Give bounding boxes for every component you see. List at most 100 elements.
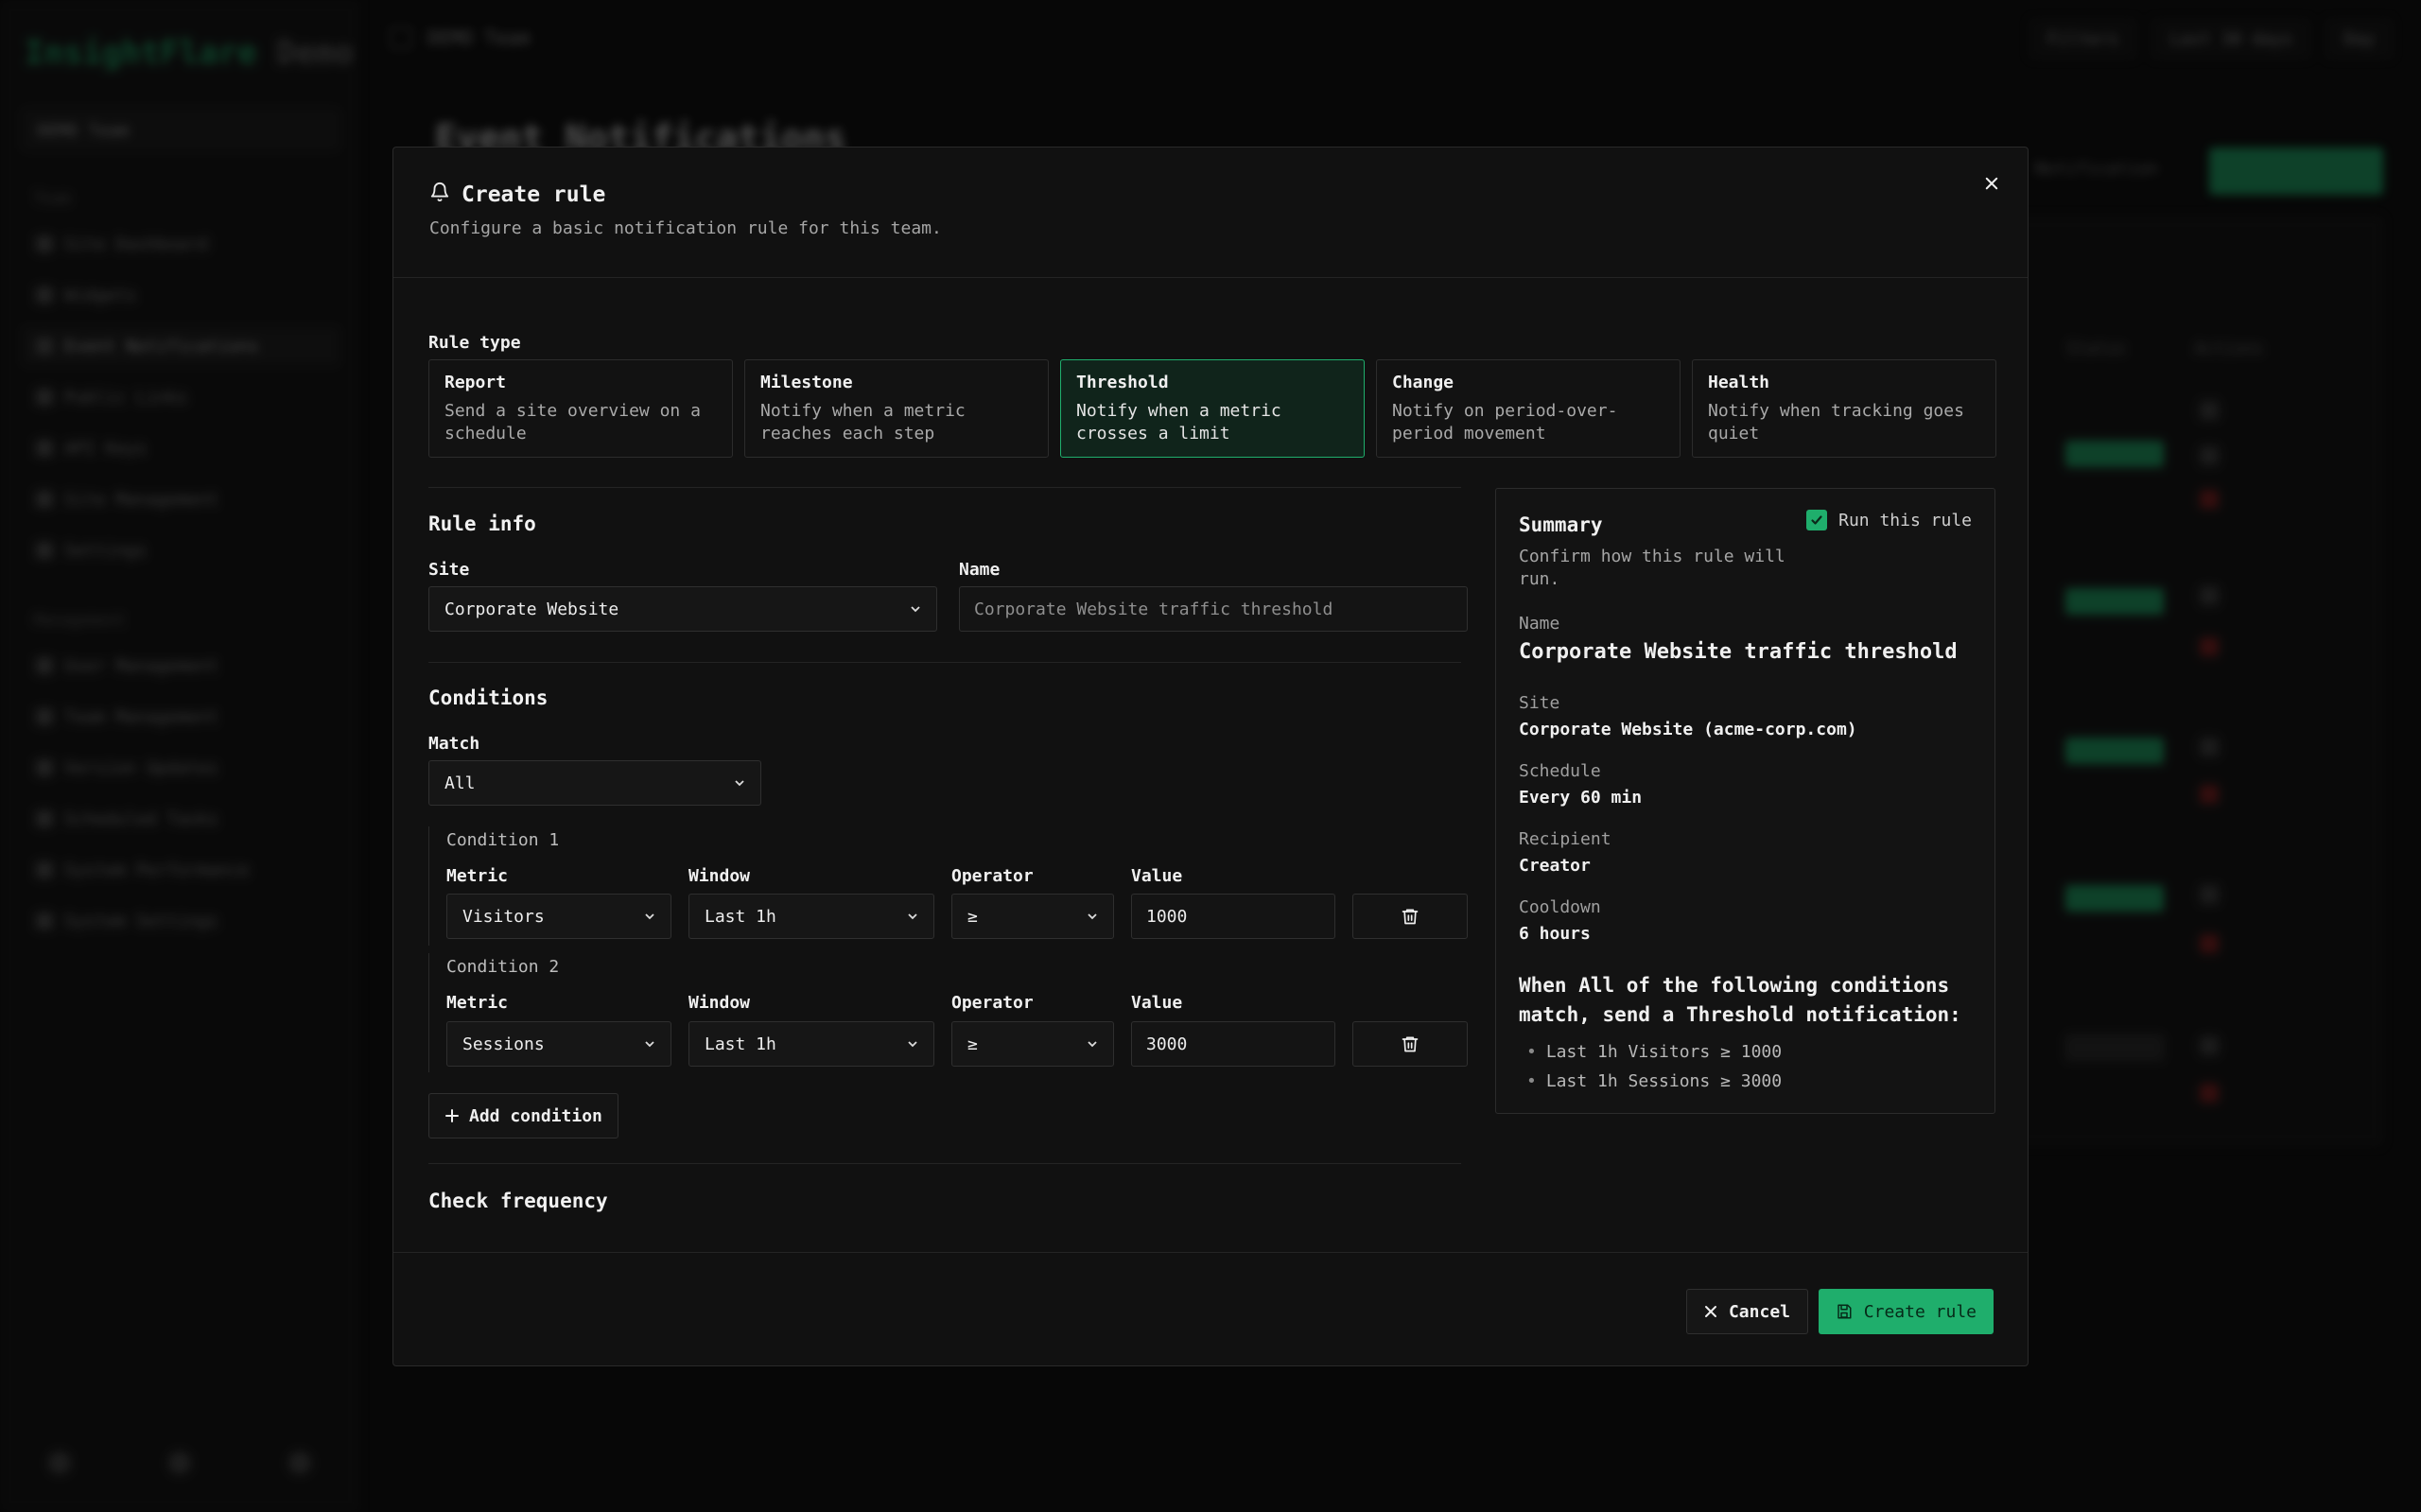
rule-type-name: Milestone bbox=[760, 373, 853, 392]
rule-type-report[interactable]: Report Send a site overview on a schedule bbox=[428, 359, 733, 458]
summary-cooldown-value: 6 hours bbox=[1519, 924, 1591, 944]
summary-site-value: Corporate Website (acme-corp.com) bbox=[1519, 720, 1857, 739]
run-rule-checkbox[interactable]: Run this rule bbox=[1806, 510, 1972, 530]
window-select-value: Last 1h bbox=[705, 1034, 776, 1054]
cancel-button[interactable]: Cancel bbox=[1685, 1289, 1808, 1334]
add-condition-button[interactable]: Add condition bbox=[428, 1093, 618, 1138]
summary-schedule-value: Every 60 min bbox=[1519, 788, 1643, 808]
chevron-down-icon bbox=[1088, 913, 1097, 920]
divider bbox=[428, 487, 1461, 488]
operator-select-value: ≥ bbox=[967, 906, 978, 927]
summary-subtitle: Confirm how this rule will run. bbox=[1519, 547, 1785, 589]
conditions-heading: Conditions bbox=[428, 686, 549, 709]
value-label: Value bbox=[1131, 866, 1183, 886]
delete-condition-button[interactable] bbox=[1352, 1021, 1468, 1067]
rule-type-name: Threshold bbox=[1076, 373, 1169, 392]
chevron-down-icon bbox=[735, 780, 744, 787]
rule-type-desc: Notify when a metric crosses a limit bbox=[1076, 401, 1281, 443]
rule-type-options: Report Send a site overview on a schedule… bbox=[428, 359, 1996, 458]
metric-select[interactable]: Visitors bbox=[446, 894, 671, 939]
name-label: Name bbox=[959, 560, 1001, 580]
dialog-subtitle: Configure a basic notification rule for … bbox=[429, 218, 942, 238]
operator-select[interactable]: ≥ bbox=[951, 894, 1114, 939]
window-label: Window bbox=[688, 993, 751, 1013]
create-rule-dialog: Create rule Configure a basic notificati… bbox=[392, 147, 2029, 1366]
site-select[interactable]: Corporate Website bbox=[428, 586, 937, 632]
summary-panel: Summary Confirm how this rule will run. … bbox=[1495, 488, 1995, 1114]
value-input[interactable]: 3000 bbox=[1131, 1021, 1335, 1067]
chevron-down-icon bbox=[908, 1041, 917, 1048]
checkbox-checked-icon bbox=[1806, 510, 1828, 530]
match-select-value: All bbox=[444, 773, 476, 793]
divider bbox=[428, 1163, 1461, 1164]
cancel-label: Cancel bbox=[1728, 1301, 1790, 1322]
window-label: Window bbox=[688, 866, 751, 886]
site-select-value: Corporate Website bbox=[444, 599, 619, 619]
summary-title: Summary bbox=[1519, 513, 1603, 536]
rule-type-desc: Notify when tracking goes quiet bbox=[1708, 401, 1964, 443]
rule-type-name: Change bbox=[1392, 373, 1454, 392]
match-select[interactable]: All bbox=[428, 760, 761, 806]
rule-type-desc: Notify when a metric reaches each step bbox=[760, 401, 966, 443]
rule-type-change[interactable]: Change Notify on period-over-period movem… bbox=[1376, 359, 1681, 458]
rule-type-label: Rule type bbox=[428, 333, 521, 353]
window-select[interactable]: Last 1h bbox=[688, 1021, 934, 1067]
chevron-down-icon bbox=[645, 913, 654, 920]
summary-name-key: Name bbox=[1519, 614, 1560, 634]
operator-label: Operator bbox=[951, 993, 1034, 1013]
bell-icon bbox=[429, 182, 450, 208]
summary-schedule-key: Schedule bbox=[1519, 761, 1601, 781]
rule-type-threshold[interactable]: Threshold Notify when a metric crosses a … bbox=[1060, 359, 1365, 458]
metric-label: Metric bbox=[446, 993, 509, 1013]
divider bbox=[428, 662, 1461, 663]
rule-type-desc: Notify on period-over-period movement bbox=[1392, 401, 1618, 443]
condition-title: Condition 1 bbox=[446, 830, 560, 850]
chevron-down-icon bbox=[911, 606, 920, 613]
value-label: Value bbox=[1131, 993, 1183, 1013]
trash-icon bbox=[1402, 909, 1419, 925]
metric-select-value: Visitors bbox=[462, 906, 545, 927]
dialog-title: Create rule bbox=[429, 182, 605, 208]
dialog-footer: Cancel Create rule bbox=[393, 1252, 2028, 1367]
rule-info-heading: Rule info bbox=[428, 513, 536, 535]
match-label: Match bbox=[428, 734, 480, 754]
chevron-down-icon bbox=[908, 913, 917, 920]
chevron-down-icon bbox=[645, 1041, 654, 1048]
create-rule-button[interactable]: Create rule bbox=[1818, 1289, 1994, 1334]
close-button[interactable] bbox=[1977, 168, 2007, 199]
rule-type-health[interactable]: Health Notify when tracking goes quiet bbox=[1692, 359, 1996, 458]
check-frequency-heading: Check frequency bbox=[428, 1190, 608, 1212]
value-input[interactable]: 1000 bbox=[1131, 894, 1335, 939]
delete-condition-button[interactable] bbox=[1352, 894, 1468, 939]
summary-site-key: Site bbox=[1519, 693, 1560, 713]
add-condition-label: Add condition bbox=[469, 1105, 602, 1126]
site-label: Site bbox=[428, 560, 470, 580]
close-icon bbox=[1704, 1306, 1716, 1317]
chevron-down-icon bbox=[1088, 1041, 1097, 1048]
list-item: Last 1h Sessions ≥ 3000 bbox=[1526, 1067, 1782, 1096]
operator-select[interactable]: ≥ bbox=[951, 1021, 1114, 1067]
window-select[interactable]: Last 1h bbox=[688, 894, 934, 939]
summary-recipient-value: Creator bbox=[1519, 856, 1591, 876]
operator-label: Operator bbox=[951, 866, 1034, 886]
condition-block bbox=[428, 953, 429, 1072]
run-rule-label: Run this rule bbox=[1838, 510, 1972, 530]
metric-select-value: Sessions bbox=[462, 1034, 545, 1054]
metric-select[interactable]: Sessions bbox=[446, 1021, 671, 1067]
save-icon bbox=[1838, 1304, 1852, 1319]
rule-type-name: Report bbox=[444, 373, 507, 392]
rule-type-milestone[interactable]: Milestone Notify when a metric reaches ea… bbox=[744, 359, 1049, 458]
create-rule-label: Create rule bbox=[1863, 1301, 1977, 1322]
rule-type-desc: Send a site overview on a schedule bbox=[444, 401, 701, 443]
summary-conditions-list: Last 1h Visitors ≥ 1000 Last 1h Sessions… bbox=[1526, 1037, 1782, 1096]
rule-type-name: Health bbox=[1708, 373, 1770, 392]
condition-title: Condition 2 bbox=[446, 957, 560, 977]
list-item: Last 1h Visitors ≥ 1000 bbox=[1526, 1037, 1782, 1067]
dialog-header: Create rule Configure a basic notificati… bbox=[393, 148, 2028, 278]
plus-icon bbox=[445, 1109, 459, 1122]
trash-icon bbox=[1402, 1036, 1419, 1052]
condition-block bbox=[428, 826, 429, 946]
name-input[interactable]: Corporate Website traffic threshold bbox=[959, 586, 1468, 632]
metric-label: Metric bbox=[446, 866, 509, 886]
operator-select-value: ≥ bbox=[967, 1034, 978, 1054]
